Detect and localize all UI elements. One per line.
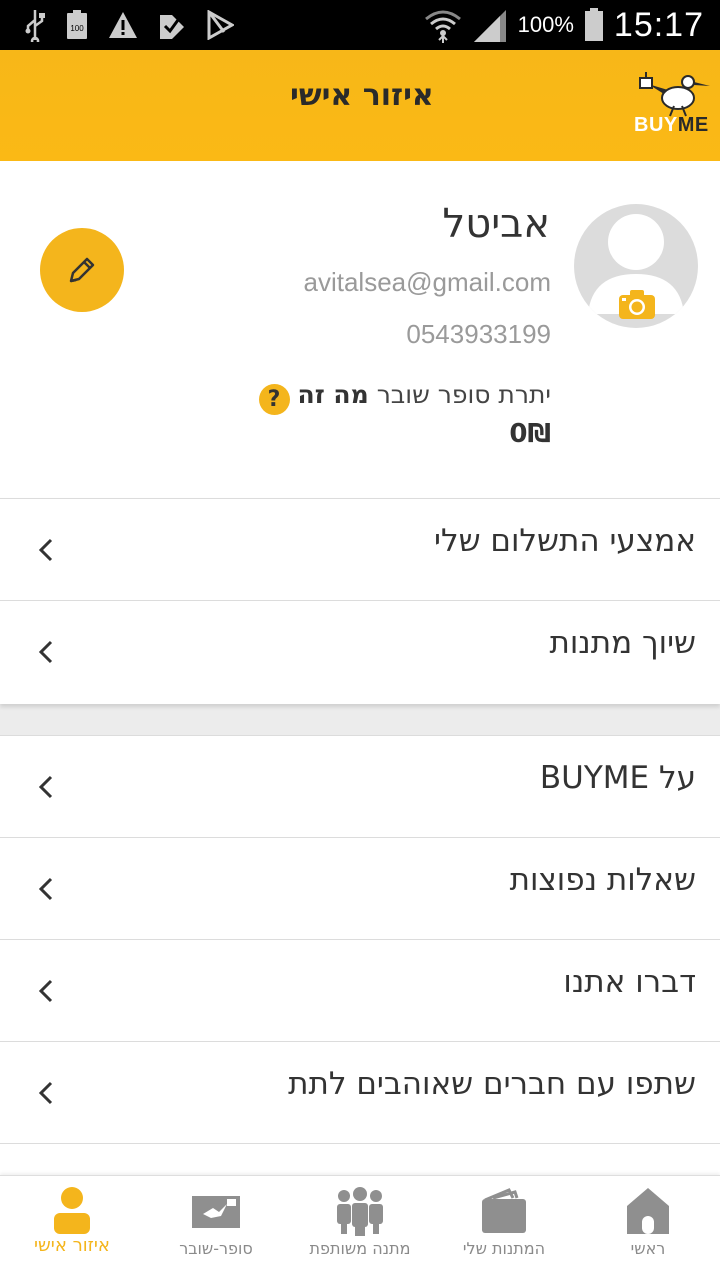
menu-item-payment-methods[interactable]: אמצעי התשלום שלי: [0, 498, 720, 600]
profile-card: אביטל avitalsea@gmail.com 0543933199 יתר…: [0, 161, 720, 498]
menu-item-label: שיוך מתנות: [549, 625, 696, 661]
clock: 15:17: [613, 5, 704, 44]
stork-icon: [639, 72, 710, 117]
logo-me: ME: [677, 114, 709, 136]
chevron-left-icon: [38, 877, 53, 901]
balance-row: יתרת סופר שובר מה זה ?: [258, 374, 551, 415]
nav-tab-group-gift[interactable]: מתנה משותפת: [288, 1176, 432, 1281]
nav-label: המתנות שלי: [462, 1239, 546, 1258]
check-icon: [160, 15, 184, 39]
logo-buy: BUY: [634, 114, 678, 136]
info-menu: על BUYME שאלות נפוצות דברו אתנו שתפו עם …: [0, 735, 720, 1175]
account-menu: אמצעי התשלום שלי שיוך מתנות: [0, 498, 720, 704]
play-store-icon: [207, 10, 234, 40]
person-icon: [54, 1187, 90, 1234]
battery-percentage: 100%: [517, 12, 574, 37]
menu-item-label: דברו אתנו: [563, 964, 696, 1000]
help-icon[interactable]: ?: [258, 383, 290, 415]
voucher-icon: [192, 1196, 240, 1228]
svg-text:100: 100: [70, 24, 84, 33]
home-icon: [627, 1188, 669, 1234]
warning-icon: [109, 12, 137, 38]
profile-email: avitalsea@gmail.com: [303, 267, 551, 297]
menu-item-gift-assignment[interactable]: שיוך מתנות: [0, 600, 720, 702]
logo-text: BUYME: [634, 114, 709, 137]
app-header: איזור אישי BUYME: [0, 50, 720, 161]
status-bar: 100 100% 15:17: [0, 0, 720, 50]
menu-item-label: על BUYME: [539, 760, 696, 796]
buyme-logo[interactable]: BUYME: [630, 72, 714, 142]
wallet-icon: [482, 1188, 526, 1233]
whatis-link[interactable]: מה זה: [298, 380, 369, 409]
menu-item-more: [0, 1143, 720, 1173]
nav-tab-my-gifts[interactable]: המתנות שלי: [432, 1176, 576, 1281]
wifi-icon: [424, 10, 461, 43]
chevron-left-icon: [38, 538, 53, 562]
chevron-left-icon: [38, 775, 53, 799]
profile-name: אביטל: [442, 201, 550, 247]
menu-item-faq[interactable]: שאלות נפוצות: [0, 837, 720, 939]
menu-item-label: אמצעי התשלום שלי: [434, 523, 696, 559]
chevron-left-icon: [38, 640, 53, 664]
nav-label: ראשי: [630, 1239, 666, 1258]
nav-tab-personal-area[interactable]: איזור אישי: [0, 1176, 144, 1281]
page-title-text: איזור אישי: [290, 78, 434, 113]
chevron-left-icon: [38, 1081, 53, 1105]
balance-amount: 0₪: [509, 419, 551, 449]
nav-tab-super-voucher[interactable]: סופר-שובר: [144, 1176, 288, 1281]
group-icon: [337, 1187, 383, 1236]
edit-profile-button[interactable]: [40, 228, 124, 312]
nav-label: סופר-שובר: [179, 1239, 253, 1258]
menu-item-about[interactable]: על BUYME: [0, 735, 720, 837]
usb-icon: [25, 10, 45, 42]
balance-label: יתרת סופר שובר: [376, 379, 551, 409]
menu-item-share[interactable]: שתפו עם חברים שאוהבים לתת: [0, 1041, 720, 1143]
nav-label: איזור אישי: [34, 1235, 110, 1256]
signal-icon: [473, 10, 506, 42]
battery-full-icon: 100: [67, 10, 87, 39]
camera-icon[interactable]: [617, 287, 657, 321]
menu-item-contact[interactable]: דברו אתנו: [0, 939, 720, 1041]
profile-phone: 0543933199: [406, 319, 551, 349]
nav-label: מתנה משותפת: [309, 1239, 411, 1258]
pencil-icon: [69, 257, 95, 283]
chevron-left-icon: [38, 979, 53, 1003]
menu-item-label: שתפו עם חברים שאוהבים לתת: [288, 1066, 696, 1102]
menu-item-label: שאלות נפוצות: [509, 862, 696, 898]
nav-tab-home[interactable]: ראשי: [576, 1176, 720, 1281]
bottom-nav: איזור אישי סופר-שובר מתנה משותפת המתנות …: [0, 1175, 720, 1281]
battery-icon: [584, 8, 603, 41]
